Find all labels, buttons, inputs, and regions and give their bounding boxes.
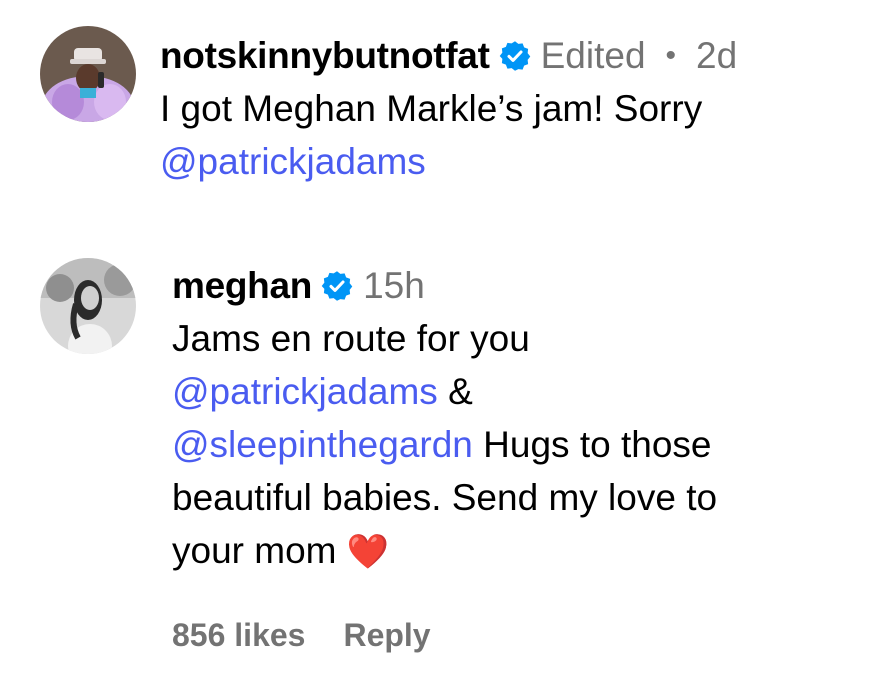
verified-badge-icon xyxy=(499,40,531,72)
comment-text: Jams en route for you @patrickjadams & @… xyxy=(172,312,717,579)
comment-age: 2d xyxy=(696,35,738,76)
verified-badge-icon xyxy=(321,270,353,302)
comment-line: I got Meghan Markle’s jam! Sorry xyxy=(160,88,703,129)
avatar-notskinnybutnotfat[interactable] xyxy=(40,26,136,122)
username[interactable]: notskinnybutnotfat xyxy=(160,35,490,77)
reply-button[interactable]: Reply xyxy=(343,617,430,654)
mention-link[interactable]: @patrickjadams xyxy=(160,141,426,182)
heart-emoji-icon: ❤️ xyxy=(346,533,390,571)
separator-dot: • xyxy=(665,39,677,72)
likes-count[interactable]: 856 likes xyxy=(172,617,305,654)
avatar-meghan[interactable] xyxy=(40,258,136,354)
comment-line: @patrickjadams & xyxy=(172,365,717,418)
comment-line-text: & xyxy=(437,371,473,412)
comment-line: @sleepinthegardn Hugs to those xyxy=(172,418,717,471)
mention-link[interactable]: @sleepinthegardn xyxy=(172,424,473,465)
comment-line-text: your mom xyxy=(172,530,347,571)
comment-line: your mom ❤️ xyxy=(172,524,717,579)
comment-age: 15h xyxy=(363,265,425,306)
mention-link[interactable]: @patrickjadams xyxy=(172,371,438,412)
username[interactable]: meghan xyxy=(172,265,312,307)
comment-notskinnybutnotfat: notskinnybutnotfat Edited • 2d I got Meg… xyxy=(0,0,878,200)
comment-line: Jams en route for you xyxy=(172,318,530,359)
comment-text: I got Meghan Markle’s jam! Sorry @patric… xyxy=(160,82,737,188)
edited-label: Edited xyxy=(540,35,646,76)
comment-line-text: Hugs to those xyxy=(472,424,712,465)
comment-meghan: meghan 15h Jams en route for you @patric… xyxy=(0,230,878,694)
comment-line: beautiful babies. Send my love to xyxy=(172,477,718,518)
